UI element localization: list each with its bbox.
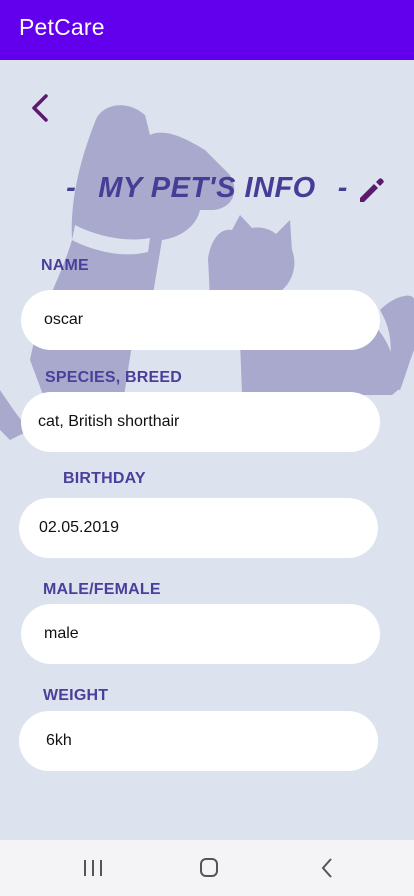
title-dash-left: - — [66, 172, 77, 204]
recent-apps-icon — [84, 860, 102, 876]
species-label: SPECIES, BREED — [45, 369, 183, 386]
home-icon — [200, 858, 218, 877]
sex-input[interactable] — [21, 604, 380, 664]
back-button[interactable] — [26, 90, 54, 126]
species-input[interactable] — [21, 392, 380, 452]
nav-back-icon — [321, 858, 332, 878]
app-title: PetCare — [19, 14, 105, 40]
name-input[interactable] — [21, 290, 380, 350]
edit-button[interactable] — [356, 174, 388, 206]
title-text: MY PET'S INFO — [98, 172, 316, 204]
birthday-label: BIRTHDAY — [63, 470, 146, 487]
name-label: NAME — [41, 257, 89, 274]
system-nav-bar — [0, 840, 414, 896]
pet-info-screen: -MY PET'S INFO- NAME SPECIES, BREED BIRT… — [0, 60, 414, 840]
app-bar: PetCare — [0, 0, 414, 60]
pencil-icon — [360, 178, 384, 202]
back-arrow-icon — [32, 94, 48, 122]
recent-apps-button[interactable] — [78, 854, 108, 882]
page-title: - MY PET'S INFO - — [0, 172, 414, 205]
sex-label: MALE/FEMALE — [43, 581, 161, 598]
nav-back-button[interactable] — [312, 854, 342, 882]
weight-label: WEIGHT — [43, 687, 109, 704]
home-button[interactable] — [194, 854, 224, 882]
weight-input[interactable] — [19, 711, 378, 771]
birthday-input[interactable] — [19, 498, 378, 558]
